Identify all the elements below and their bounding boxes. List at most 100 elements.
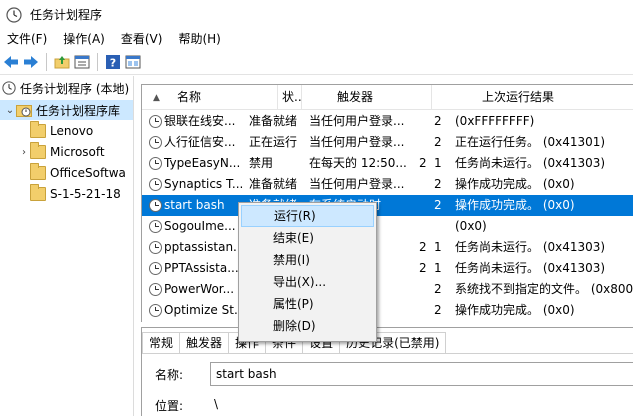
clock-icon	[149, 241, 162, 254]
location-label: 位置:	[155, 399, 184, 413]
task-status: 禁用	[249, 156, 274, 170]
properties-icon[interactable]	[73, 53, 91, 71]
table-row[interactable]: SogouIme... (0x0)	[142, 216, 633, 237]
help-icon[interactable]: ?	[104, 53, 122, 71]
tree-item-label: OfficeSoftwa	[50, 166, 126, 180]
task-count-b: 2	[434, 198, 442, 212]
table-row[interactable]: Optimize St...时2操作成功完成。 (0x0)	[142, 300, 633, 321]
tree-item-label: S-1-5-21-18	[50, 187, 121, 201]
tree-item-library[interactable]: ⌄ 任务计划程序库	[0, 100, 133, 120]
menu-item-run[interactable]: 运行(R)	[241, 205, 374, 227]
tree-item-label: Lenovo	[50, 124, 94, 138]
task-trigger: 当任何用户登录...	[309, 177, 405, 191]
column-header-name[interactable]: 名称	[142, 85, 278, 110]
menu-file[interactable]: 文件(F)	[0, 29, 55, 49]
task-last-result: 操作成功完成。 (0x0)	[455, 177, 575, 191]
task-count-a	[419, 174, 429, 195]
clock-icon	[149, 262, 162, 275]
task-list: ▲ 名称 状... 触发器 上次运行结果 银联在线安...准备就绪当任何用户登录…	[141, 84, 633, 322]
title-bar: 任务计划程序	[0, 0, 633, 29]
name-field[interactable]: start bash	[210, 362, 633, 386]
tab-general[interactable]: 常规	[142, 332, 181, 354]
table-row[interactable]: pptassistan...5 - ...21任务尚未运行。 (0x41303)	[142, 237, 633, 258]
back-arrow-icon[interactable]	[2, 53, 20, 71]
tab-triggers[interactable]: 触发器	[179, 332, 230, 354]
task-last-result: 任务尚未运行。 (0x41303)	[455, 261, 606, 275]
tree-item-root[interactable]: 任务计划程序 (本地)	[2, 78, 129, 98]
clock-icon	[149, 136, 162, 149]
tree-item-label: 任务计划程序 (本地)	[20, 81, 130, 96]
chevron-right-icon[interactable]: ›	[18, 147, 30, 158]
task-count-b: 2	[434, 114, 442, 128]
tree-item-officesoftware[interactable]: OfficeSoftwa	[18, 163, 126, 183]
list-header: ▲ 名称 状... 触发器 上次运行结果	[142, 85, 633, 110]
column-header-last-result[interactable]: 上次运行结果	[432, 85, 633, 110]
table-row[interactable]: TypeEasyN... 禁用 在每天的 12:50... 2 1 任务尚未运行。 (0x…	[142, 153, 633, 174]
clock-icon	[149, 178, 162, 191]
up-folder-icon[interactable]	[53, 53, 71, 71]
menu-item-end[interactable]: 结束(E)	[239, 227, 376, 249]
task-count-b: 1	[434, 240, 442, 254]
clock-icon	[149, 157, 162, 170]
clock-icon	[149, 304, 162, 317]
folder-icon	[30, 184, 46, 201]
table-row[interactable]: 人行征信安... 正在运行 当任何用户登录... 2 正在运行任务。 (0x41301)	[142, 132, 633, 153]
task-count-a	[419, 300, 429, 321]
column-header-trigger[interactable]: 触发器	[302, 85, 432, 110]
task-count-b	[434, 216, 444, 237]
folder-icon	[30, 142, 46, 159]
menu-item-properties[interactable]: 属性(P)	[239, 293, 376, 315]
clock-app-icon	[6, 6, 22, 23]
svg-text:?: ?	[110, 56, 116, 69]
panel-icon[interactable]	[124, 53, 142, 71]
table-row[interactable]: Synaptics T... 准备就绪 当任何用户登录... 2 操作成功完成。 (0x…	[142, 174, 633, 195]
column-header-status[interactable]: 状...	[278, 85, 302, 110]
task-count-a	[419, 279, 429, 300]
context-menu: 运行(R) 结束(E) 禁用(I) 导出(X)... 属性(P) 删除(D)	[238, 202, 377, 342]
task-last-result: 操作成功完成。 (0x0)	[455, 303, 575, 317]
table-row[interactable]: PPTAssista...5 - ...21任务尚未运行。 (0x41303)	[142, 258, 633, 279]
window-title: 任务计划程序	[30, 8, 103, 22]
clock-icon	[149, 220, 162, 233]
menu-bar: 文件(F) 操作(A) 查看(V) 帮助(H)	[0, 29, 633, 49]
task-count-a: 2	[419, 240, 427, 254]
clock-icon	[2, 81, 16, 95]
task-count-b: 2	[434, 177, 442, 191]
folder-icon	[30, 163, 46, 180]
task-count-b: 1	[434, 156, 442, 170]
toolbar-separator	[46, 52, 47, 71]
tree-item-lenovo[interactable]: Lenovo	[18, 121, 93, 141]
task-count-a	[419, 132, 429, 153]
task-trigger: 在每天的 12:50...	[309, 156, 407, 170]
clock-icon	[149, 199, 162, 212]
table-row[interactable]: PowerWor...5 - ...2系统找不到指定的文件。 (0x8007	[142, 279, 633, 300]
task-status: 准备就绪	[249, 177, 298, 191]
folder-clock-icon	[16, 105, 32, 117]
tree-item-label: Microsoft	[50, 145, 105, 159]
menu-item-export[interactable]: 导出(X)...	[239, 271, 376, 293]
chevron-down-icon[interactable]: ⌄	[4, 105, 16, 116]
table-row[interactable]: start bash准备就绪在系统启动时2操作成功完成。 (0x0)	[142, 195, 633, 216]
details-pane: 常规 触发器 操作 条件 设置 历史记录(已禁用) 名称: start bash…	[141, 327, 633, 416]
table-row[interactable]: 银联在线安... 准备就绪 当任何用户登录... 2 (0xFFFFFFFF)	[142, 111, 633, 132]
menu-item-disable[interactable]: 禁用(I)	[239, 249, 376, 271]
menu-action[interactable]: 操作(A)	[55, 29, 113, 49]
menu-view[interactable]: 查看(V)	[113, 29, 171, 49]
task-status: 正在运行	[249, 135, 298, 149]
task-count-b: 2	[434, 282, 442, 296]
forward-arrow-icon[interactable]	[22, 53, 40, 71]
tree-item-microsoft[interactable]: › Microsoft	[18, 142, 105, 162]
task-trigger: 当任何用户登录...	[309, 114, 405, 128]
clock-icon	[149, 115, 162, 128]
task-status: 准备就绪	[249, 114, 298, 128]
toolbar: ?	[0, 49, 633, 75]
task-trigger: 当任何用户登录...	[309, 135, 405, 149]
tree-item-sid[interactable]: S-1-5-21-18	[18, 184, 121, 204]
task-last-result: 正在运行任务。 (0x41301)	[455, 135, 606, 149]
name-label: 名称:	[155, 368, 184, 382]
menu-item-delete[interactable]: 删除(D)	[239, 315, 376, 337]
menu-help[interactable]: 帮助(H)	[170, 29, 228, 49]
task-last-result: 操作成功完成。 (0x0)	[455, 198, 575, 212]
tab-divider	[142, 353, 633, 354]
task-last-result: (0x0)	[455, 219, 487, 233]
